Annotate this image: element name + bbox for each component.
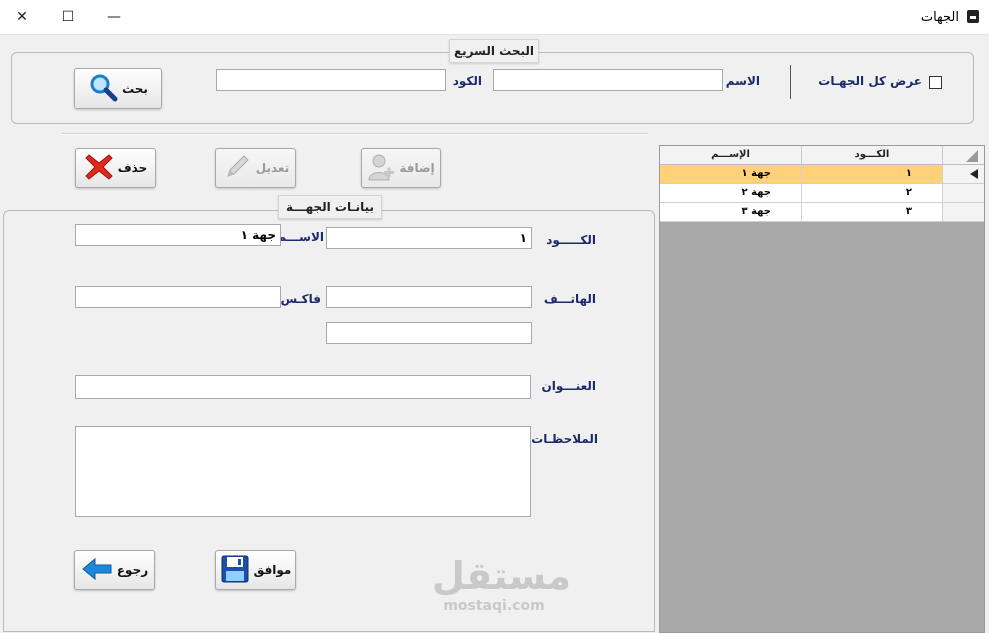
minimize-icon[interactable]: — — [99, 6, 129, 28]
back-button-label: رجوع — [116, 563, 149, 577]
back-button[interactable]: رجوع — [74, 550, 155, 590]
add-button[interactable]: إضافة — [361, 148, 441, 188]
grid-cell-name[interactable]: جهة ٣ — [660, 203, 802, 222]
code-search-input[interactable] — [216, 69, 446, 91]
fax-field-input[interactable] — [75, 286, 281, 308]
grid-row-header[interactable] — [943, 165, 984, 184]
grid-cell-name[interactable]: جهة ١ — [660, 165, 802, 184]
watermark-text: mostaqi.com — [443, 598, 545, 614]
add-button-label: إضافة — [399, 161, 435, 175]
window-title: الجهات — [920, 10, 959, 25]
table-row[interactable]: جهة ١١ — [660, 165, 984, 184]
grid-cell-name[interactable]: جهة ٢ — [660, 184, 802, 203]
name-field-label: الاســـم — [277, 230, 324, 244]
edit-button[interactable]: تعديل — [215, 148, 296, 188]
phone-field-label: الهاتـــف — [543, 292, 596, 306]
code-field-input[interactable]: ١ — [326, 227, 532, 249]
fax-field-label: فاكـس — [280, 292, 321, 306]
delete-button[interactable]: حذف — [75, 148, 156, 188]
table-row[interactable]: جهة ٢٢ — [660, 184, 984, 203]
grid-cell-code[interactable]: ١ — [802, 165, 943, 184]
entity-data-title: بيانـات الجهـــة — [278, 195, 382, 219]
grid-corner — [943, 146, 984, 165]
search-divider — [790, 65, 791, 99]
grid-header: الإســـم الكـــود — [660, 146, 984, 165]
grid-row-header[interactable] — [943, 184, 984, 203]
name-search-input[interactable] — [493, 69, 723, 91]
row-pointer-icon — [970, 169, 978, 179]
window-titlebar: ✕ ☐ — الجهات — [0, 0, 989, 35]
grid-column-name[interactable]: الإســـم — [660, 146, 802, 165]
code-field-label: الكـــــود — [546, 233, 596, 247]
table-row[interactable]: جهة ٣٣ — [660, 203, 984, 222]
grid-row-header[interactable] — [943, 203, 984, 222]
watermark-logo: مستقل — [432, 554, 571, 598]
separator-line — [62, 133, 648, 135]
ok-button[interactable]: موافق — [215, 550, 296, 590]
quick-search-title: البحث السريع — [449, 39, 539, 63]
window-app-icon — [967, 10, 979, 23]
grid-cell-code[interactable]: ٢ — [802, 184, 943, 203]
name-search-label: الاسم — [725, 74, 760, 88]
delete-x-icon — [84, 152, 114, 185]
search-button[interactable]: بحث — [74, 68, 162, 109]
code-search-label: الكود — [452, 74, 482, 88]
entities-grid[interactable]: الإســـم الكـــود جهة ١ ١ جهة ٢ ٢ جهة ٣٣ — [659, 145, 985, 633]
address-field-label: العنـــوان — [541, 379, 596, 393]
edit-button-label: تعديل — [255, 161, 290, 175]
notes-field-label: الملاحظـات — [531, 432, 598, 446]
maximize-icon[interactable]: ☐ — [53, 6, 83, 28]
save-disk-icon — [220, 554, 250, 587]
phone-field-input[interactable] — [326, 286, 532, 308]
pen-icon — [222, 152, 252, 185]
show-all-label: عرض كل الجهـات — [818, 74, 922, 88]
search-icon — [88, 72, 118, 105]
name-field-input[interactable]: جهة ١ — [75, 224, 281, 246]
grid-column-code[interactable]: الكـــود — [802, 146, 943, 165]
arrow-left-icon — [81, 557, 113, 584]
phone2-field-input[interactable] — [326, 322, 532, 344]
search-button-label: بحث — [122, 81, 148, 96]
address-field-input[interactable] — [75, 375, 531, 399]
delete-button-label: حذف — [117, 161, 148, 175]
notes-field-textarea[interactable] — [75, 426, 531, 517]
add-user-icon — [367, 152, 395, 185]
ok-button-label: موافق — [253, 563, 292, 577]
close-icon[interactable]: ✕ — [7, 6, 37, 28]
grid-cell-code[interactable]: ٣ — [802, 203, 943, 222]
show-all-checkbox[interactable] — [929, 76, 942, 89]
